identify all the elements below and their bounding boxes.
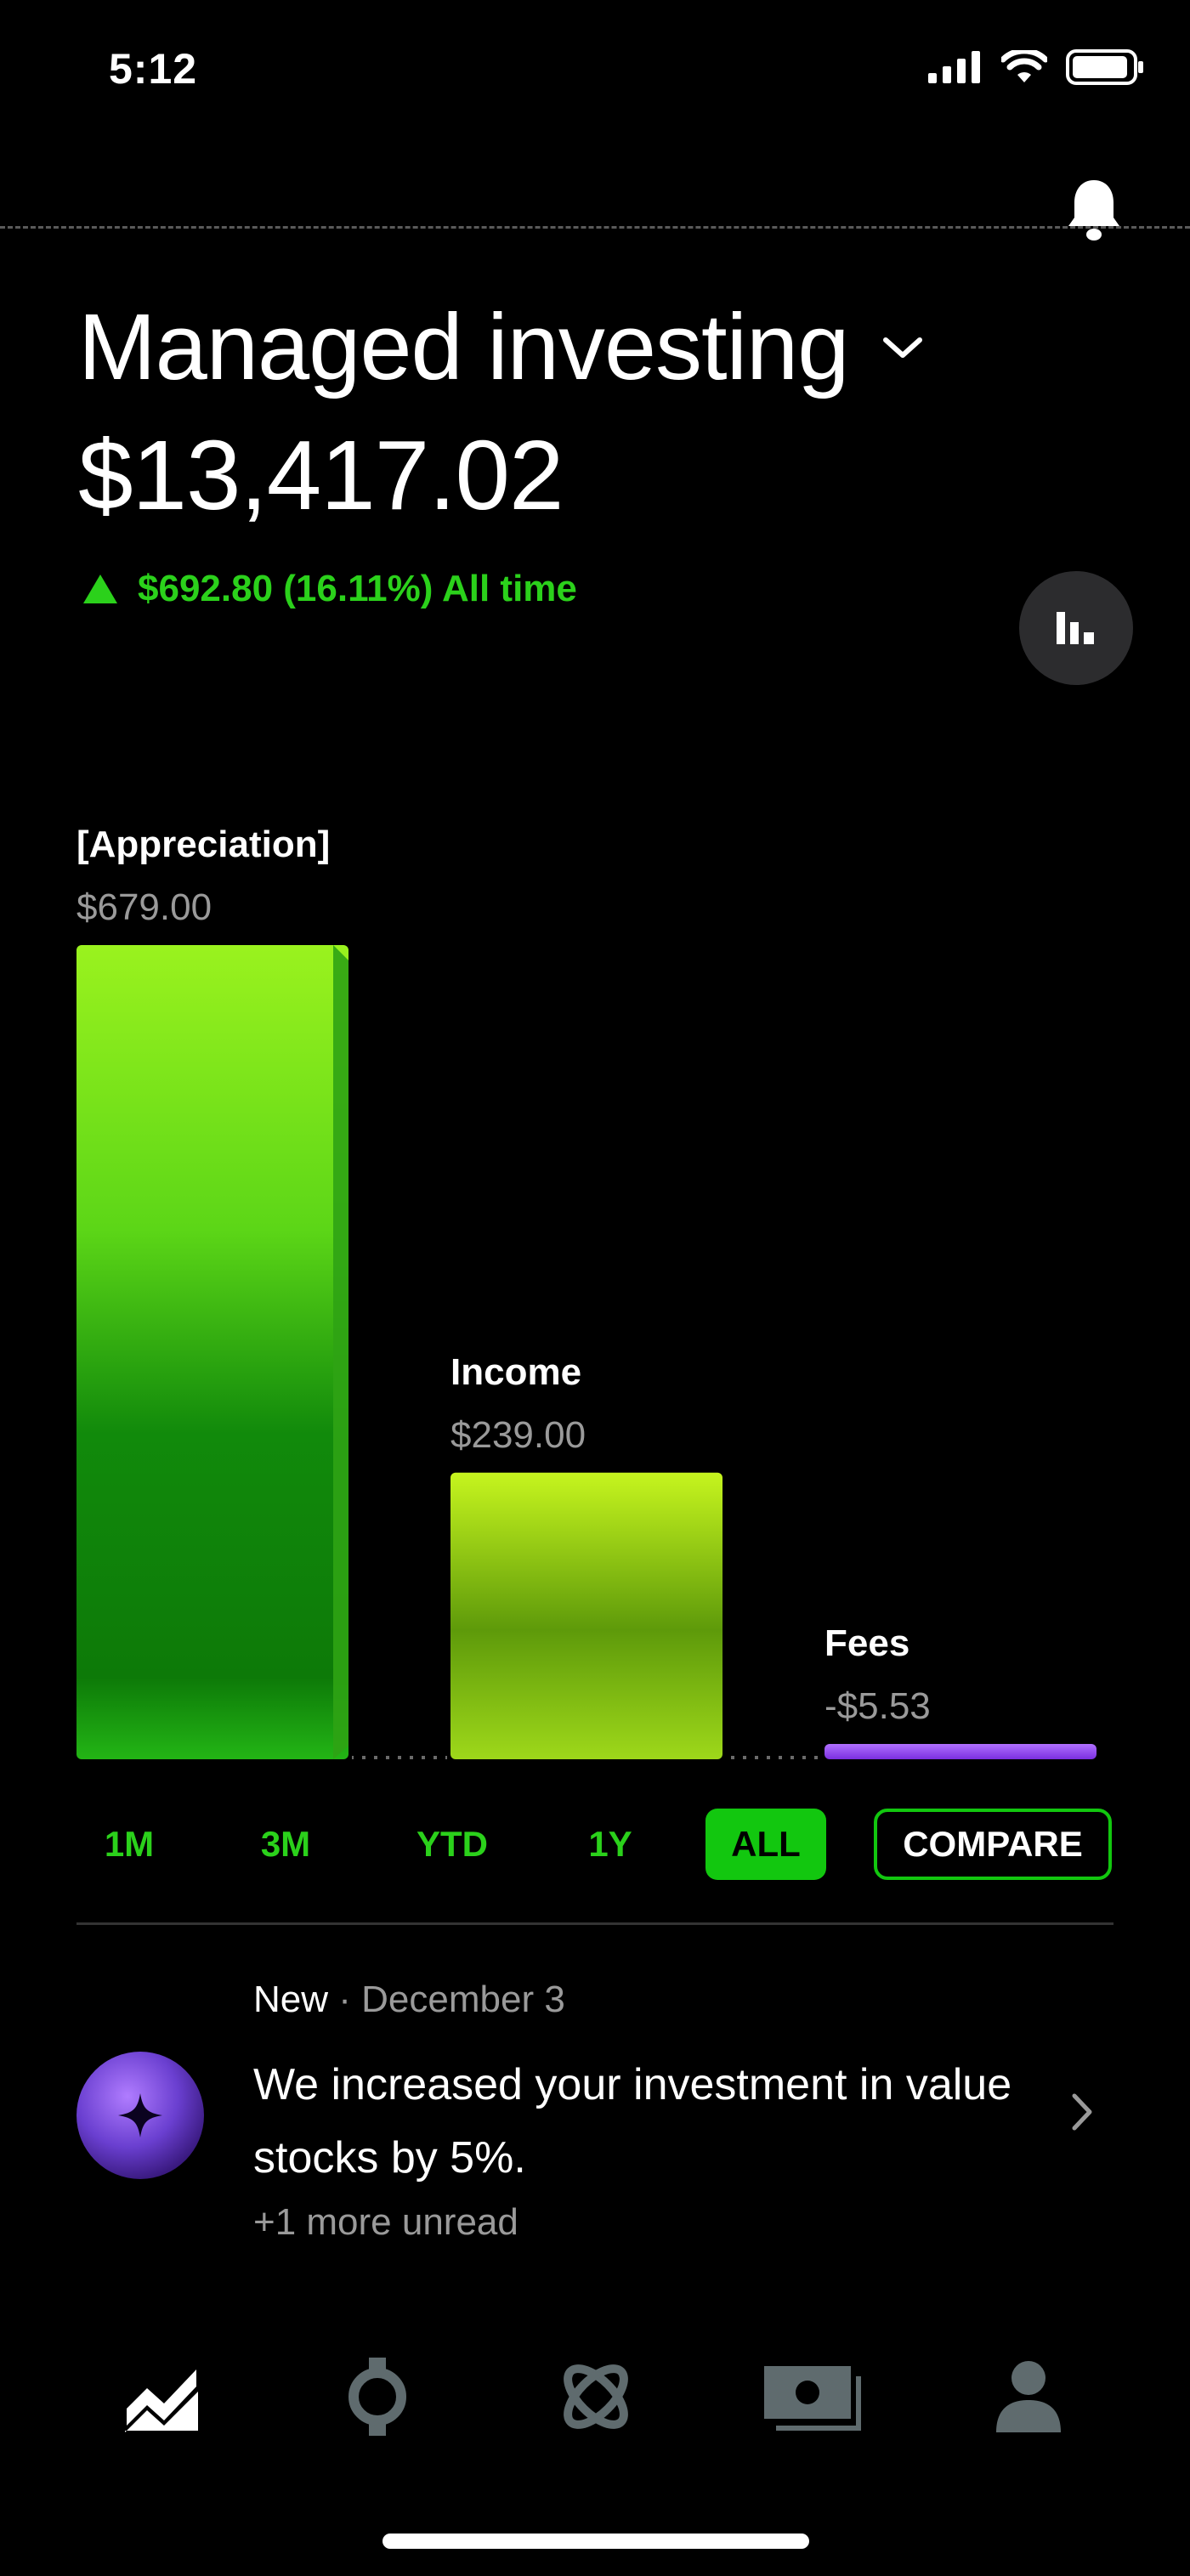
all-time-gain: $692.80 (16.11%) All time [82, 568, 577, 610]
range-1y[interactable]: 1Y [559, 1809, 661, 1880]
discover-icon [564, 2364, 628, 2429]
chart-bar-2[interactable] [821, 1744, 1100, 1763]
bar-1[interactable] [450, 1472, 722, 1759]
bar-value-2: -$5.53 [824, 1685, 931, 1727]
cellular-signal-icon [928, 51, 980, 83]
range-ytd[interactable]: YTD [393, 1809, 512, 1880]
sparkle-icon [118, 2093, 162, 2137]
range-1m[interactable]: 1M [78, 1809, 180, 1880]
notification-badge: New [253, 1979, 329, 2020]
wifi-icon [1001, 50, 1047, 82]
account-balance: $13,417.02 [78, 420, 564, 530]
header-divider [0, 226, 1190, 229]
bar-chart-icon [1057, 612, 1094, 644]
notification-date: December 3 [361, 1979, 565, 2020]
bar-label-0: [Appreciation] [76, 824, 330, 865]
returns-bar-chart: [Appreciation] $679.00 Income $239.00 Fees -$… [73, 824, 1100, 1763]
more-unread[interactable]: +1 more unread [253, 2201, 518, 2244]
tab-bar [0, 2346, 1190, 2448]
profile-icon [996, 2361, 1061, 2432]
compare-button[interactable]: COMPARE [874, 1809, 1112, 1880]
portfolio-icon [348, 2358, 406, 2436]
meta-separator: · [338, 1979, 362, 2020]
range-all[interactable]: ALL [706, 1809, 826, 1880]
page-title: Managed investing [78, 295, 849, 399]
chart-bar-1[interactable] [447, 1472, 726, 1763]
chart-bar-0[interactable] [73, 945, 352, 1763]
tab-profile[interactable] [978, 2346, 1080, 2448]
notification-meta: New · December 3 [253, 1979, 565, 2021]
time-range-selector: 1M 3M YTD 1Y ALL COMPARE [78, 1809, 1112, 1882]
account-selector[interactable]: Managed investing [78, 293, 923, 401]
gain-text: $692.80 (16.11%) All time [138, 568, 577, 609]
home-indicator [382, 2534, 809, 2549]
tab-discover[interactable] [545, 2346, 647, 2448]
bar-value-0: $679.00 [76, 886, 212, 928]
notification-avatar [76, 2052, 204, 2179]
status-icons [928, 49, 1144, 85]
range-3m[interactable]: 3M [235, 1809, 337, 1880]
chart-type-button[interactable] [1019, 571, 1133, 685]
tab-performance[interactable] [110, 2346, 212, 2448]
bar-label-2: Fees [824, 1622, 910, 1664]
section-divider [76, 1922, 1114, 1925]
bar-label-1: Income [450, 1351, 581, 1393]
bar-2[interactable] [824, 1744, 1096, 1759]
up-triangle-icon [83, 575, 117, 603]
notifications-bell-icon[interactable] [1066, 177, 1122, 247]
notification-text[interactable]: We increased your investment in value st… [253, 2048, 1018, 2194]
tab-cash[interactable] [762, 2346, 864, 2448]
bar-value-1: $239.00 [450, 1414, 586, 1456]
bar-side-face [333, 945, 348, 1759]
battery-icon [1066, 49, 1143, 85]
status-time: 5:12 [109, 45, 198, 93]
chevron-right-icon[interactable] [1069, 2092, 1095, 2136]
chevron-down-icon [883, 337, 923, 358]
cash-icon [764, 2366, 861, 2431]
bar-0[interactable] [76, 945, 348, 1759]
tab-portfolio[interactable] [326, 2346, 428, 2448]
performance-icon [125, 2369, 198, 2432]
